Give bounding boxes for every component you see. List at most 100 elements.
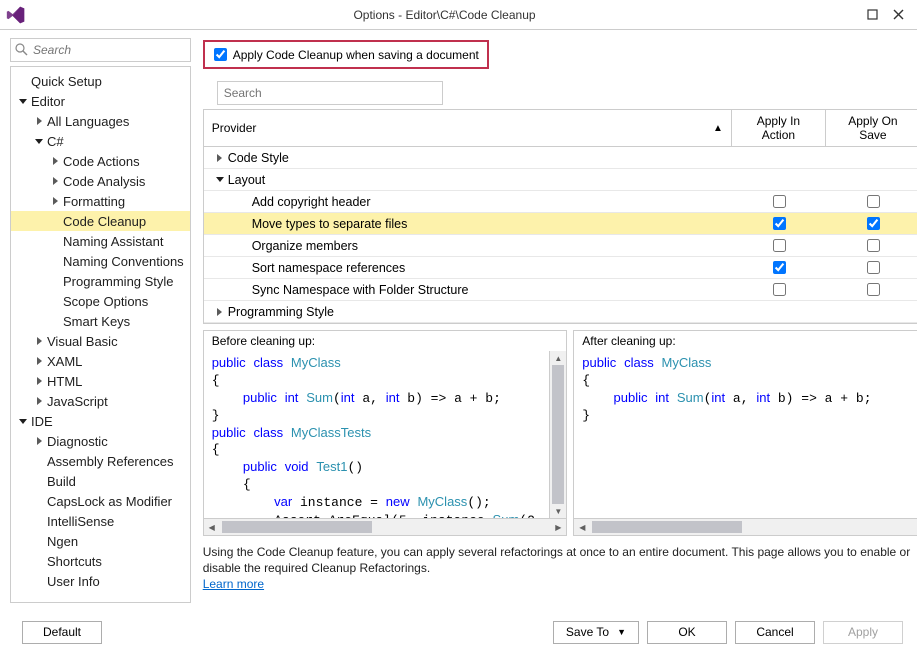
tree-item-editor[interactable]: Editor [11, 91, 190, 111]
tree-item-naming-assistant[interactable]: Naming Assistant [11, 231, 190, 251]
chevron-down-icon: ▼ [617, 627, 626, 637]
tree-item-label: Code Actions [63, 154, 140, 169]
tree-item-naming-conventions[interactable]: Naming Conventions [11, 251, 190, 271]
tree-item-label: Editor [31, 94, 65, 109]
tree-item-code-analysis[interactable]: Code Analysis [11, 171, 190, 191]
tree-expander-icon[interactable] [33, 435, 45, 447]
tree-item-label: XAML [47, 354, 82, 369]
grid-group-row[interactable]: Layout [204, 169, 917, 191]
apply-in-action-checkbox[interactable] [773, 283, 786, 296]
tree-item-all-languages[interactable]: All Languages [11, 111, 190, 131]
ok-button[interactable]: OK [647, 621, 727, 644]
tree-item-intellisense[interactable]: IntelliSense [11, 511, 190, 531]
tree-item-html[interactable]: HTML [11, 371, 190, 391]
tree-item-label: Code Cleanup [63, 214, 146, 229]
learn-more-link[interactable]: Learn more [203, 577, 264, 591]
sidebar-search-input[interactable] [10, 38, 191, 62]
tree-item-label: Ngen [47, 534, 78, 549]
apply-in-action-checkbox[interactable] [773, 195, 786, 208]
tree-expander-icon[interactable] [17, 415, 29, 427]
grid-item-row[interactable]: Add copyright header [204, 191, 917, 213]
apply-in-action-checkbox[interactable] [773, 261, 786, 274]
tree-item-code-actions[interactable]: Code Actions [11, 151, 190, 171]
before-horizontal-scrollbar[interactable]: ◀▶ [204, 518, 567, 535]
apply-on-save-box[interactable]: Apply Code Cleanup when saving a documen… [203, 40, 489, 69]
tree-spacer [49, 315, 61, 327]
cancel-button[interactable]: Cancel [735, 621, 815, 644]
sidebar: Quick Setup Editor All LanguagesC# Code Act… [0, 30, 197, 609]
tree-item-c-[interactable]: C# [11, 131, 190, 151]
tree-spacer [33, 575, 45, 587]
tree-item-label: IDE [31, 414, 53, 429]
tree-expander-icon[interactable] [33, 115, 45, 127]
tree-item-build[interactable]: Build [11, 471, 190, 491]
grid-group-row[interactable]: Code Style [204, 147, 917, 169]
options-tree[interactable]: Quick Setup Editor All LanguagesC# Code Act… [10, 66, 191, 603]
tree-item-code-cleanup[interactable]: Code Cleanup [11, 211, 190, 231]
tree-item-label: Naming Conventions [63, 254, 184, 269]
tree-spacer [49, 255, 61, 267]
grid-expander-icon[interactable] [214, 152, 226, 164]
tree-item-label: Naming Assistant [63, 234, 163, 249]
tree-item-label: Shortcuts [47, 554, 102, 569]
tree-item-assembly-references[interactable]: Assembly References [11, 451, 190, 471]
apply-on-save-checkbox[interactable] [867, 217, 880, 230]
tree-item-xaml[interactable]: XAML [11, 351, 190, 371]
grid-item-row[interactable]: Sort namespace references [204, 257, 917, 279]
apply-in-action-checkbox[interactable] [773, 217, 786, 230]
default-button[interactable]: Default [22, 621, 102, 644]
close-button[interactable] [885, 5, 911, 25]
apply-on-save-checkbox[interactable] [867, 283, 880, 296]
tree-item-capslock-as-modifier[interactable]: CapsLock as Modifier [11, 491, 190, 511]
tree-item-visual-basic[interactable]: Visual Basic [11, 331, 190, 351]
grid-expander-icon[interactable] [214, 174, 226, 186]
tree-item-ide[interactable]: IDE [11, 411, 190, 431]
tree-expander-icon[interactable] [33, 375, 45, 387]
tree-item-quick-setup[interactable]: Quick Setup [11, 71, 190, 91]
tree-expander-icon[interactable] [49, 175, 61, 187]
tree-expander-icon[interactable] [33, 135, 45, 147]
tree-expander-icon[interactable] [33, 355, 45, 367]
before-title: Before cleaning up: [204, 331, 567, 351]
col-provider[interactable]: Provider ▲ [204, 110, 732, 146]
apply-on-save-checkbox[interactable] [214, 48, 227, 61]
maximize-button[interactable] [859, 5, 885, 25]
apply-on-save-checkbox[interactable] [867, 261, 880, 274]
tree-item-ngen[interactable]: Ngen [11, 531, 190, 551]
grid-item-row[interactable]: Move types to separate files [204, 213, 917, 235]
provider-search-input[interactable] [217, 81, 443, 105]
grid-expander-icon[interactable] [214, 306, 226, 318]
tree-item-user-info[interactable]: User Info [11, 571, 190, 591]
tree-spacer [33, 495, 45, 507]
apply-in-action-checkbox[interactable] [773, 239, 786, 252]
grid-group-row[interactable]: Programming Style [204, 301, 917, 323]
tree-spacer [33, 515, 45, 527]
apply-on-save-checkbox[interactable] [867, 239, 880, 252]
tree-expander-icon[interactable] [17, 95, 29, 107]
apply-button[interactable]: Apply [823, 621, 903, 644]
tree-spacer [49, 295, 61, 307]
col-apply-in-action[interactable]: Apply In Action [732, 110, 826, 146]
tree-item-formatting[interactable]: Formatting [11, 191, 190, 211]
apply-on-save-checkbox[interactable] [867, 195, 880, 208]
after-horizontal-scrollbar[interactable]: ◀▶ [574, 518, 917, 535]
tree-item-smart-keys[interactable]: Smart Keys [11, 311, 190, 331]
grid-item-row[interactable]: Sync Namespace with Folder Structure [204, 279, 917, 301]
tree-item-label: CapsLock as Modifier [47, 494, 172, 509]
col-apply-on-save[interactable]: Apply On Save [826, 110, 917, 146]
tree-expander-icon[interactable] [49, 195, 61, 207]
grid-row-label: Move types to separate files [252, 217, 408, 231]
tree-expander-icon[interactable] [33, 335, 45, 347]
save-to-button[interactable]: Save To▼ [553, 621, 639, 644]
tree-item-shortcuts[interactable]: Shortcuts [11, 551, 190, 571]
before-vertical-scrollbar[interactable]: ▲▼ [549, 351, 566, 518]
before-code-box: Before cleaning up: public class MyClass… [203, 330, 568, 536]
tree-item-scope-options[interactable]: Scope Options [11, 291, 190, 311]
tree-item-javascript[interactable]: JavaScript [11, 391, 190, 411]
grid-item-row[interactable]: Organize members [204, 235, 917, 257]
tree-item-label: Smart Keys [63, 314, 130, 329]
tree-expander-icon[interactable] [49, 155, 61, 167]
tree-item-programming-style[interactable]: Programming Style [11, 271, 190, 291]
tree-item-diagnostic[interactable]: Diagnostic [11, 431, 190, 451]
tree-expander-icon[interactable] [33, 395, 45, 407]
